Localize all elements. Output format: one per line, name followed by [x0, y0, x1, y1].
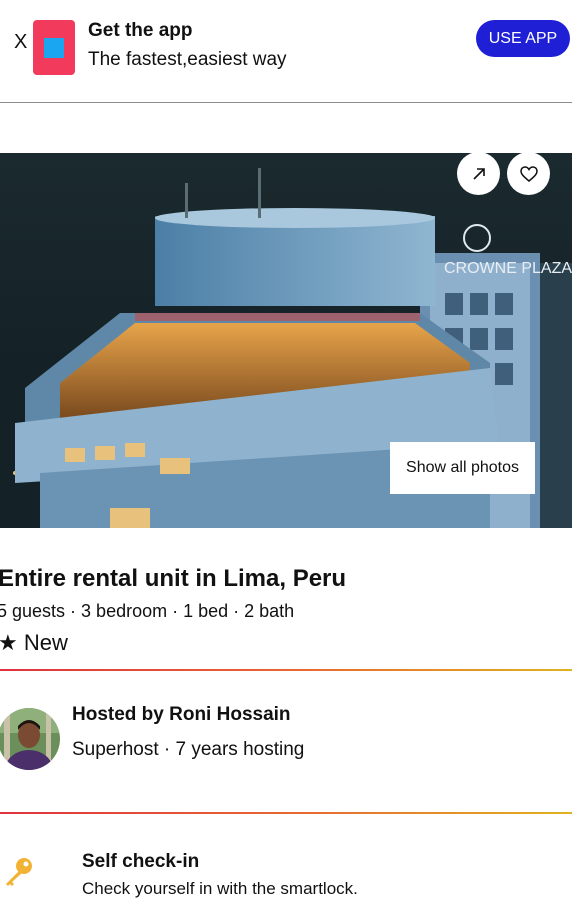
banner-title: Get the app	[88, 20, 193, 41]
show-all-photos-button[interactable]: Show all photos	[390, 442, 535, 494]
feature-description: Check yourself in with the smartlock.	[82, 879, 358, 898]
close-banner-button[interactable]: X	[14, 31, 27, 54]
feature-title: Self check-in	[82, 851, 200, 872]
use-app-button[interactable]: USE APP	[476, 20, 570, 57]
banner-subtitle: The fastest,easiest way	[88, 49, 287, 70]
star-icon: ★	[0, 630, 18, 655]
share-button[interactable]	[457, 152, 500, 195]
listing-details: 5 guests · 3 bedroom · 1 bed · 2 bath	[0, 601, 295, 621]
host-title: Hosted by Roni Hossain	[72, 704, 291, 725]
arrow-up-right-icon	[472, 167, 485, 180]
section-divider	[0, 812, 572, 814]
listing-title: Entire rental unit in Lima, Peru	[0, 565, 347, 592]
building-sign-text: CROWNE PLAZA	[444, 260, 572, 277]
heart-icon	[519, 165, 538, 182]
app-banner: X Get the app The fastest,easiest way US…	[0, 0, 572, 103]
key-icon	[6, 858, 32, 886]
host-photo-image	[0, 708, 60, 770]
host-subtitle: Superhost · 7 years hosting	[72, 739, 305, 760]
listing-rating: ★ New	[0, 630, 68, 656]
app-icon	[33, 20, 75, 75]
rating-label: New	[23, 630, 68, 655]
favorite-button[interactable]	[507, 152, 550, 195]
section-divider	[0, 669, 572, 671]
host-avatar[interactable]	[0, 708, 60, 770]
